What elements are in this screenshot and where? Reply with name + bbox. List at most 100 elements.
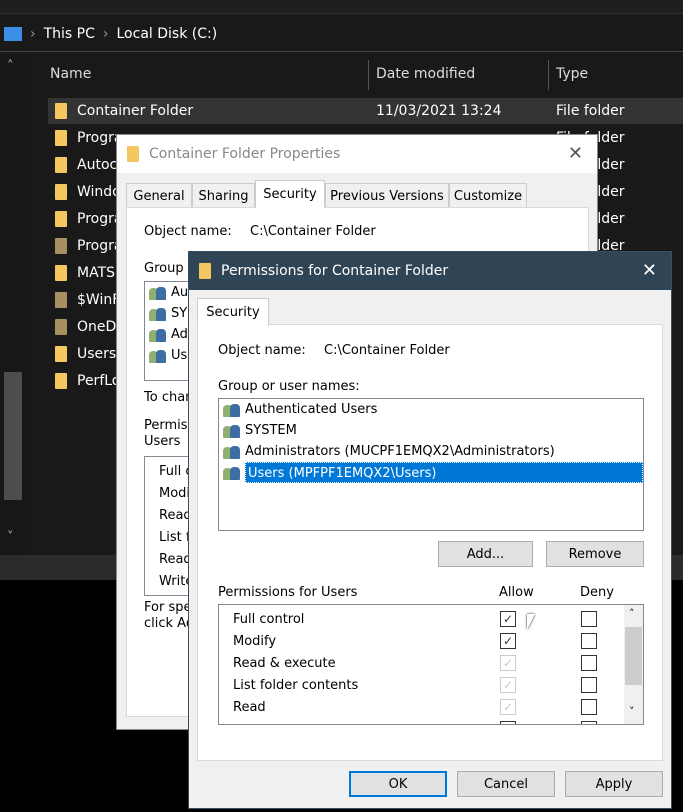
apply-button[interactable]: Apply xyxy=(565,771,663,797)
user-list[interactable]: Authenticated Users SYSTEM Administrator… xyxy=(218,398,644,531)
breadcrumb-local-disk[interactable]: Local Disk (C:) xyxy=(117,26,218,42)
close-icon[interactable]: ✕ xyxy=(568,143,583,164)
allow-header: Allow xyxy=(499,585,534,600)
folder-icon xyxy=(55,211,67,227)
allow-checkbox[interactable]: ✓ xyxy=(500,677,516,693)
scrollbar[interactable]: ˄ ˅ xyxy=(0,55,26,555)
remove-button[interactable]: Remove xyxy=(546,541,644,567)
deny-checkbox[interactable] xyxy=(581,611,597,627)
dialog-title: Permissions for Container Folder xyxy=(221,263,449,279)
chevron-right-icon: › xyxy=(102,25,109,42)
permission-name: List folder contents xyxy=(233,677,359,693)
perm-label: Permiss xyxy=(144,418,195,433)
folder-icon xyxy=(55,319,67,335)
folder-icon xyxy=(55,292,67,308)
permission-row: Full control ✓ xyxy=(219,608,643,630)
column-divider xyxy=(548,60,549,90)
object-name-label: Object name: xyxy=(144,224,232,239)
tab-security[interactable]: Security xyxy=(255,180,325,208)
users-icon xyxy=(223,445,241,459)
folder-icon xyxy=(55,103,67,119)
scroll-up-icon[interactable]: ˄ xyxy=(7,59,14,74)
mouse-cursor-icon xyxy=(527,614,535,630)
breadcrumb[interactable]: › This PC › Local Disk (C:) xyxy=(0,16,683,52)
folder-icon xyxy=(199,263,211,279)
special-hint: For spe xyxy=(144,600,192,615)
tab-sharing[interactable]: Sharing xyxy=(192,183,255,208)
users-icon xyxy=(223,424,241,438)
cancel-button[interactable]: Cancel xyxy=(457,771,555,797)
allow-checkbox[interactable]: ✓ xyxy=(500,633,516,649)
permission-name: Read & execute xyxy=(233,655,336,671)
tab-security[interactable]: Security xyxy=(197,298,269,326)
tab-customize[interactable]: Customize xyxy=(449,183,527,208)
permission-name: Full control xyxy=(233,611,305,627)
scroll-down-icon[interactable]: ˅ xyxy=(629,705,635,718)
allow-checkbox[interactable] xyxy=(500,721,516,724)
deny-checkbox[interactable] xyxy=(581,699,597,715)
permission-name: Read xyxy=(233,699,266,715)
scroll-thumb[interactable] xyxy=(4,372,22,500)
folder-icon xyxy=(55,157,67,173)
scroll-up-icon[interactable]: ˄ xyxy=(629,607,635,620)
title-strip xyxy=(0,0,683,14)
object-name-label: Object name: xyxy=(218,343,306,358)
close-icon[interactable]: ✕ xyxy=(642,260,657,281)
deny-checkbox[interactable] xyxy=(581,655,597,671)
scroll-thumb[interactable] xyxy=(625,627,642,685)
object-name-value: C:\Container Folder xyxy=(250,224,376,239)
folder-icon xyxy=(55,265,67,281)
users-icon xyxy=(223,466,241,480)
allow-checkbox[interactable]: ✓ xyxy=(500,655,516,671)
file-row[interactable]: Container Folder 11/03/2021 13:24 File f… xyxy=(48,98,683,124)
drive-icon xyxy=(4,26,22,41)
change-hint: To char xyxy=(144,390,191,405)
folder-icon xyxy=(55,130,67,146)
users-icon xyxy=(149,307,167,321)
title-bar: Container Folder Properties xyxy=(117,135,597,173)
permission-name: Modify xyxy=(233,633,277,649)
list-item-selected[interactable]: Users (MPFPF1EMQX2\Users) xyxy=(219,462,643,483)
object-name-value: C:\Container Folder xyxy=(324,343,450,358)
list-item[interactable]: Administrators (MUCPF1EMQX2\Administrato… xyxy=(219,441,643,462)
permission-row: Read & execute ✓ xyxy=(219,652,643,674)
users-icon xyxy=(149,286,167,300)
breadcrumb-this-pc[interactable]: This PC xyxy=(44,26,95,42)
perm-label-users: Users xyxy=(144,434,181,449)
file-name: Container Folder xyxy=(77,103,194,119)
deny-checkbox[interactable] xyxy=(581,677,597,693)
tab-general[interactable]: General xyxy=(126,183,192,208)
folder-icon xyxy=(55,373,67,389)
permission-row: List folder contents ✓ xyxy=(219,674,643,696)
column-divider xyxy=(368,60,369,90)
column-date-modified[interactable]: Date modified xyxy=(376,60,475,88)
deny-checkbox[interactable] xyxy=(581,721,597,724)
users-icon xyxy=(149,349,167,363)
folder-icon xyxy=(127,146,139,162)
permissions-dialog: Permissions for Container Folder ✕ Secur… xyxy=(188,251,672,809)
special-hint-2: click Ad xyxy=(144,616,195,631)
scroll-down-icon[interactable]: ˅ xyxy=(7,530,14,545)
chevron-right-icon: › xyxy=(30,25,36,42)
scrollbar[interactable]: ˄ ˅ xyxy=(624,605,643,724)
folder-icon xyxy=(55,346,67,362)
permission-list: Full control ✓ Modify ✓ Read & execute ✓… xyxy=(218,604,644,725)
list-item[interactable]: SYSTEM xyxy=(219,420,643,441)
file-type: File folder xyxy=(556,103,625,119)
users-icon xyxy=(149,328,167,342)
group-label: Group or user names: xyxy=(218,379,360,394)
folder-icon xyxy=(55,238,67,254)
allow-checkbox[interactable]: ✓ xyxy=(500,611,516,627)
column-type[interactable]: Type xyxy=(556,60,588,88)
list-item[interactable]: Authenticated Users xyxy=(219,399,643,420)
file-date: 11/03/2021 13:24 xyxy=(376,103,502,119)
add-button[interactable]: Add... xyxy=(438,541,533,567)
column-name[interactable]: Name xyxy=(50,60,91,88)
permission-row: Modify ✓ xyxy=(219,630,643,652)
tab-previous-versions[interactable]: Previous Versions xyxy=(325,183,449,208)
deny-checkbox[interactable] xyxy=(581,633,597,649)
permission-row xyxy=(219,718,643,724)
ok-button[interactable]: OK xyxy=(349,771,447,797)
allow-checkbox[interactable]: ✓ xyxy=(500,699,516,715)
permission-row: Read ✓ xyxy=(219,696,643,718)
